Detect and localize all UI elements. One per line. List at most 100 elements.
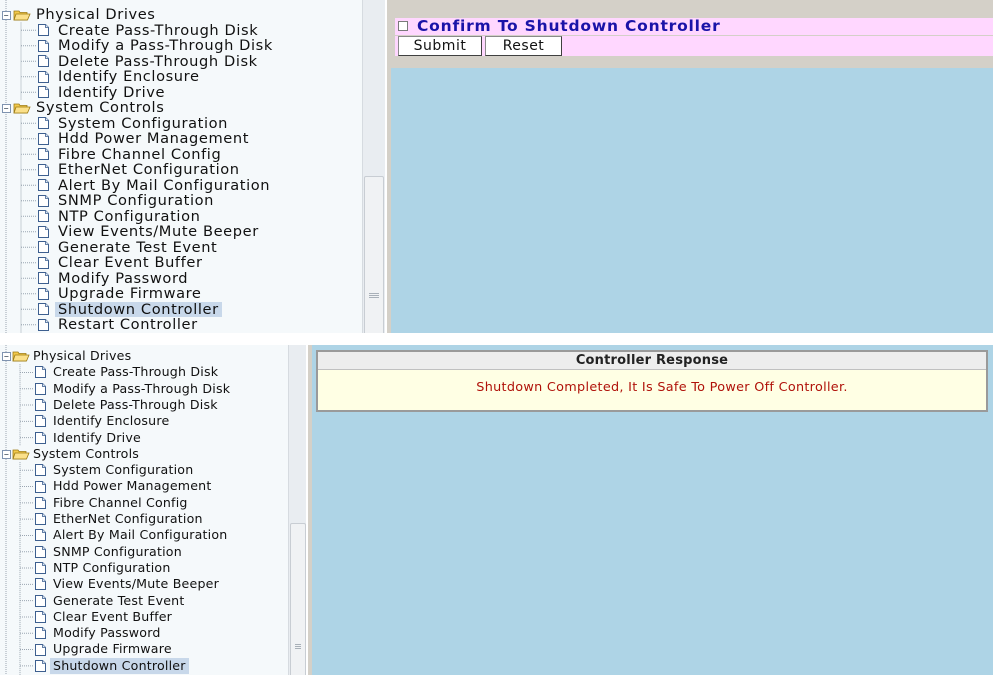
document-icon xyxy=(35,594,46,607)
tree-item-shutdown-controller[interactable]: Shutdown Controller xyxy=(0,657,288,674)
tree-item-identify-drive[interactable]: Identify Drive xyxy=(0,83,362,101)
tree-item-label: Identify Enclosure xyxy=(58,68,200,85)
tree-item-alert-by-mail-configuration[interactable]: Alert By Mail Configuration xyxy=(0,527,288,543)
tree-item-label: Shutdown Controller xyxy=(55,301,222,317)
tree-item-label: Shutdown Controller xyxy=(50,657,189,674)
content-pane: Confirm To Shutdown Controller Submit Re… xyxy=(391,0,993,333)
document-icon xyxy=(35,382,46,395)
tree-item-delete-pass-through-disk[interactable]: Delete Pass-Through Disk xyxy=(0,53,362,70)
tree-item-label: Clear Event Buffer xyxy=(53,608,173,624)
tree-item-system-configuration[interactable]: System Configuration xyxy=(0,115,362,132)
tree-item-identify-enclosure[interactable]: Identify Enclosure xyxy=(0,69,362,85)
tree-item-label: Identify Enclosure xyxy=(53,413,170,429)
reset-button[interactable]: Reset xyxy=(485,36,562,56)
tree-item-view-events-mute-beeper[interactable]: View Events/Mute Beeper xyxy=(0,576,288,592)
tree-item-view-events-mute-beeper[interactable]: View Events/Mute Beeper xyxy=(0,224,362,240)
tree-item-label: NTP Configuration xyxy=(58,207,201,225)
form-button-row: Submit Reset xyxy=(395,36,993,56)
tree-item-fibre-channel-config[interactable]: Fibre Channel Config xyxy=(0,495,288,511)
controller-response-message: Shutdown Completed, It Is Safe To Power … xyxy=(476,380,848,395)
tree-folder-system-controls[interactable]: − System Controls xyxy=(0,100,362,116)
tree-item-ntp-configuration[interactable]: NTP Configuration xyxy=(0,560,288,576)
tree-item-snmp-configuration[interactable]: SNMP Configuration xyxy=(0,544,288,560)
tree-item-restart-controller[interactable]: Restart Controller xyxy=(0,317,362,333)
tree-item-label: Modify Password xyxy=(58,269,189,287)
tree-item-ntp-configuration[interactable]: NTP Configuration xyxy=(0,207,362,225)
submit-button[interactable]: Submit xyxy=(398,36,482,56)
content-pane: Controller Response Shutdown Completed, … xyxy=(312,345,993,675)
form-top-border xyxy=(391,0,993,8)
tree-folder-system-controls[interactable]: − System Controls xyxy=(0,446,288,462)
tree-item-create-pass-through-disk[interactable]: Create Pass-Through Disk xyxy=(0,22,362,39)
document-icon xyxy=(38,241,49,254)
tree-item-label: Fibre Channel Config xyxy=(53,494,188,510)
navigation-tree: − Physical Drives Create Pass-Through Disk… xyxy=(0,345,306,675)
tree-item-system-configuration[interactable]: System Configuration xyxy=(0,462,288,478)
tree-item-modify-a-pass-through-disk[interactable]: Modify a Pass-Through Disk xyxy=(0,381,288,397)
tree-item-ethernet-configuration[interactable]: EtherNet Configuration xyxy=(0,511,288,527)
tree-item-identify-enclosure[interactable]: Identify Enclosure xyxy=(0,413,288,429)
document-icon xyxy=(35,513,46,526)
tree-item-alert-by-mail-configuration[interactable]: Alert By Mail Configuration xyxy=(0,176,362,194)
tree-item-label: Identify Drive xyxy=(53,429,141,445)
tree-item-label: Alert By Mail Configuration xyxy=(53,527,228,543)
open-folder-icon xyxy=(13,9,31,21)
tree-item-clear-event-buffer[interactable]: Clear Event Buffer xyxy=(0,609,288,625)
tree-item-identify-drive[interactable]: Identify Drive xyxy=(0,430,288,446)
tree-scrollbar[interactable] xyxy=(362,0,385,333)
tree-item-label: EtherNet Configuration xyxy=(58,161,240,178)
document-icon xyxy=(38,225,49,238)
collapse-toggle-icon[interactable]: − xyxy=(2,103,11,113)
collapse-toggle-icon[interactable]: − xyxy=(2,352,11,362)
tree-scrollbar-thumb[interactable] xyxy=(364,176,384,333)
document-icon xyxy=(38,24,49,37)
document-icon xyxy=(38,318,49,331)
tree-item-upgrade-firmware[interactable]: Upgrade Firmware xyxy=(0,641,288,657)
tree-item-hdd-power-management[interactable]: Hdd Power Management xyxy=(0,478,288,494)
confirm-shutdown-checkbox[interactable] xyxy=(398,21,408,31)
tree-item-label: Modify a Pass-Through Disk xyxy=(58,37,273,54)
tree-folder-physical-drives[interactable]: − Physical Drives xyxy=(0,7,362,23)
tree-scrollbar[interactable] xyxy=(288,345,306,675)
tree-folder-label: System Controls xyxy=(36,99,165,116)
tree-item-modify-password[interactable]: Modify Password xyxy=(0,269,362,287)
tree-item-label: Clear Event Buffer xyxy=(58,254,203,271)
tree-item-upgrade-firmware[interactable]: Upgrade Firmware xyxy=(0,286,362,302)
document-icon xyxy=(38,179,49,192)
tree-item-label: Create Pass-Through Disk xyxy=(53,364,219,380)
document-icon xyxy=(35,366,46,379)
tree-item-fibre-channel-config[interactable]: Fibre Channel Config xyxy=(0,146,362,163)
tree-item-label: SNMP Configuration xyxy=(53,543,182,559)
tree-item-ethernet-configuration[interactable]: EtherNet Configuration xyxy=(0,162,362,178)
tree-item-label: NTP Configuration xyxy=(53,559,171,575)
tree-item-modify-password[interactable]: Modify Password xyxy=(0,625,288,641)
tree-item-label: Generate Test Event xyxy=(58,238,218,256)
scrollbar-grip-icon xyxy=(369,293,379,298)
document-icon xyxy=(35,529,46,542)
collapse-toggle-icon[interactable]: − xyxy=(2,449,11,459)
tree-item-create-pass-through-disk[interactable]: Create Pass-Through Disk xyxy=(0,364,288,380)
open-folder-icon xyxy=(12,350,30,362)
scrollbar-grip-icon xyxy=(295,644,301,649)
tree-item-generate-test-event[interactable]: Generate Test Event xyxy=(0,238,362,256)
collapse-toggle-icon[interactable]: − xyxy=(2,10,11,20)
tree-folder-physical-drives[interactable]: − Physical Drives xyxy=(0,348,288,364)
tree-scrollbar-thumb[interactable] xyxy=(290,523,306,675)
tree-item-label: Generate Test Event xyxy=(53,592,185,608)
tree-item-generate-test-event[interactable]: Generate Test Event xyxy=(0,593,288,609)
tree-item-modify-a-pass-through-disk[interactable]: Modify a Pass-Through Disk xyxy=(0,38,362,54)
tree-folder-label: Physical Drives xyxy=(36,6,156,23)
tree-item-label: Upgrade Firmware xyxy=(58,285,202,302)
panel-controller-response: − Physical Drives Create Pass-Through Disk… xyxy=(0,345,993,675)
controller-response-header: Controller Response xyxy=(318,352,986,370)
confirm-shutdown-label: Confirm To Shutdown Controller xyxy=(417,17,721,35)
tree-item-label: Delete Pass-Through Disk xyxy=(53,396,218,412)
document-icon xyxy=(38,86,49,99)
tree-item-delete-pass-through-disk[interactable]: Delete Pass-Through Disk xyxy=(0,397,288,413)
tree-item-snmp-configuration[interactable]: SNMP Configuration xyxy=(0,193,362,209)
tree-item-label: Identify Drive xyxy=(58,83,166,101)
tree-item-clear-event-buffer[interactable]: Clear Event Buffer xyxy=(0,255,362,271)
tree-item-shutdown-controller[interactable]: Shutdown Controller xyxy=(0,301,362,317)
tree-item-hdd-power-management[interactable]: Hdd Power Management xyxy=(0,131,362,147)
tree-item-label: Alert By Mail Configuration xyxy=(58,176,271,194)
